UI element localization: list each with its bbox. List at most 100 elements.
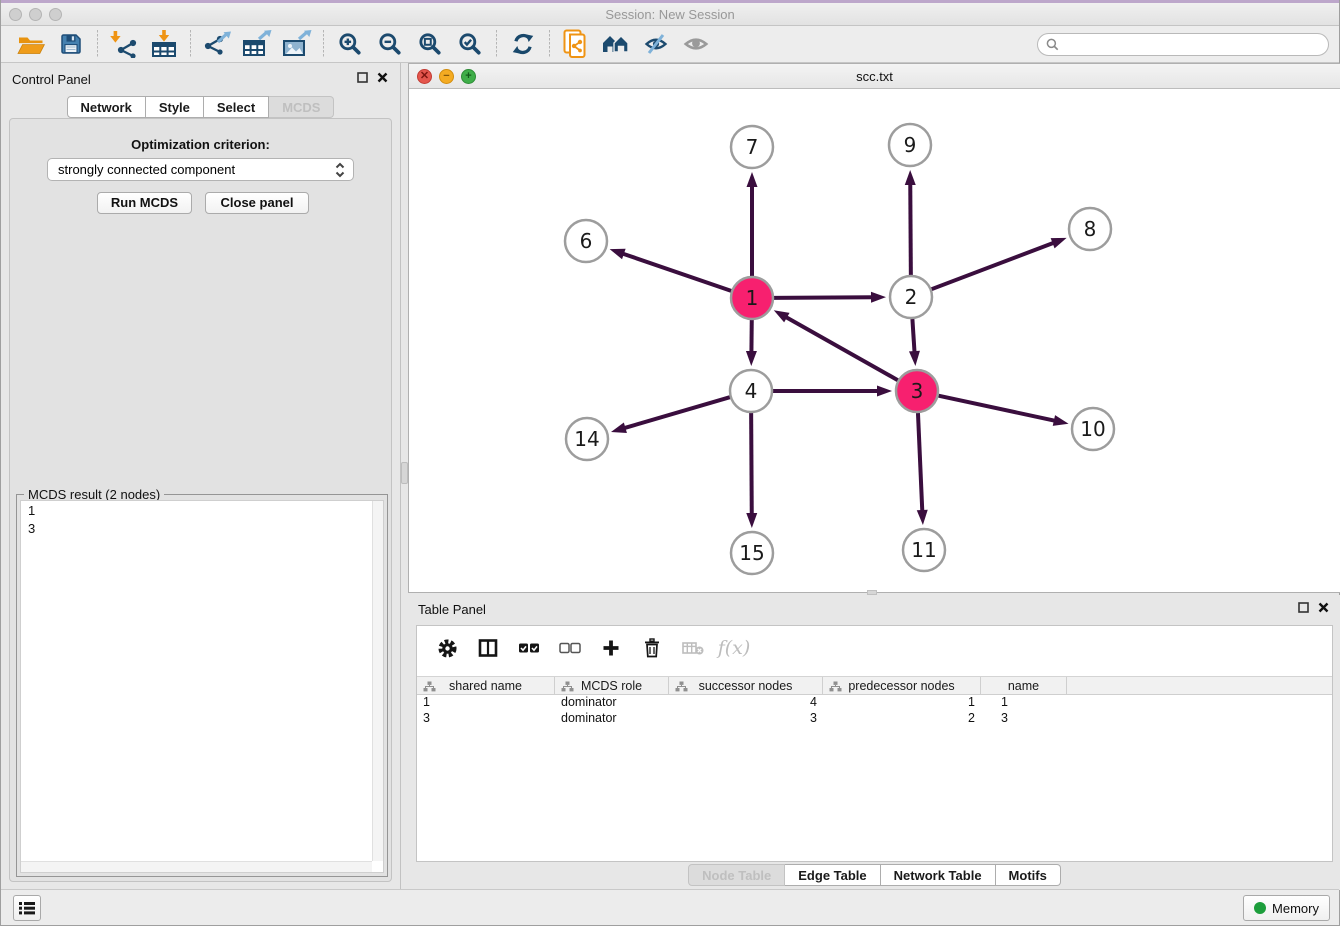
- zoom-in-button[interactable]: [330, 28, 370, 60]
- node-table-container: f(x) shared name: [416, 625, 1333, 862]
- graph-node-label-9: 9: [904, 133, 917, 157]
- graph-edge-2-8[interactable]: [932, 242, 1055, 289]
- graph-edge-3-1[interactable]: [785, 317, 898, 381]
- graph-edge-arrowhead: [746, 513, 757, 528]
- apply-layout-button[interactable]: [503, 28, 543, 60]
- column-header-name[interactable]: name: [981, 677, 1067, 694]
- result-vertical-scrollbar[interactable]: [372, 501, 383, 861]
- cell-shared-name[interactable]: 1: [417, 695, 555, 711]
- zoom-fit-button[interactable]: [410, 28, 450, 60]
- graph-edge-3-11[interactable]: [918, 413, 922, 512]
- tab-mcds[interactable]: MCDS: [269, 96, 334, 118]
- delete-column-button[interactable]: [640, 636, 664, 660]
- cell-successor-nodes[interactable]: 3: [669, 711, 823, 727]
- optimization-criterion-value: strongly connected component: [58, 162, 235, 177]
- run-mcds-button[interactable]: Run MCDS: [97, 192, 192, 214]
- graph-edge-2-9[interactable]: [910, 183, 911, 275]
- cell-predecessor-nodes[interactable]: 1: [823, 695, 981, 711]
- import-table-icon: [150, 30, 178, 58]
- graph-edge-2-3[interactable]: [912, 319, 914, 353]
- cell-mcds-role[interactable]: dominator: [555, 711, 669, 727]
- tab-node-table[interactable]: Node Table: [688, 864, 785, 886]
- tab-style[interactable]: Style: [146, 96, 204, 118]
- optimization-criterion-select[interactable]: strongly connected component: [47, 158, 354, 181]
- network-canvas[interactable]: 7968124314101511: [409, 89, 1340, 592]
- tab-network[interactable]: Network: [67, 96, 146, 118]
- cell-shared-name[interactable]: 3: [417, 711, 555, 727]
- tree-icon: [423, 681, 436, 692]
- tab-network-table[interactable]: Network Table: [881, 864, 996, 886]
- column-header-predecessor-nodes[interactable]: predecessor nodes: [823, 677, 981, 694]
- columns-icon: [478, 638, 498, 658]
- table-settings-button[interactable]: [435, 636, 459, 660]
- column-header-successor-nodes[interactable]: successor nodes: [669, 677, 823, 694]
- export-image-button[interactable]: [277, 28, 317, 60]
- unselect-all-columns-button[interactable]: [558, 636, 582, 660]
- status-bar: Memory: [1, 889, 1339, 925]
- import-table-button[interactable]: [144, 28, 184, 60]
- mcds-panel: Optimization criterion: strongly connect…: [9, 118, 392, 882]
- delete-table-button-disabled[interactable]: [681, 636, 705, 660]
- graph-node-label-1: 1: [746, 286, 759, 310]
- zoom-out-button[interactable]: [370, 28, 410, 60]
- show-columns-button[interactable]: [476, 636, 500, 660]
- search-input[interactable]: [1064, 37, 1320, 51]
- table-panel-title: Table Panel: [418, 602, 486, 617]
- mcds-result-item[interactable]: 3: [21, 519, 383, 537]
- table-row[interactable]: 1 dominator 4 1 1: [417, 695, 1332, 711]
- tab-select[interactable]: Select: [204, 96, 269, 118]
- save-session-button[interactable]: [51, 28, 91, 60]
- graph-edge-4-15[interactable]: [751, 413, 752, 515]
- create-column-button[interactable]: [599, 636, 623, 660]
- hide-graphics-details-button[interactable]: [636, 28, 676, 60]
- float-panel-icon[interactable]: [357, 72, 368, 83]
- float-table-panel-icon[interactable]: [1298, 602, 1309, 613]
- zoom-selected-button[interactable]: [450, 28, 490, 60]
- zoom-in-icon: [338, 32, 362, 56]
- table-row[interactable]: 3 dominator 3 2 3: [417, 711, 1332, 727]
- cell-successor-nodes[interactable]: 4: [669, 695, 823, 711]
- column-header-mcds-role[interactable]: MCDS role: [555, 677, 669, 694]
- export-network-button[interactable]: [197, 28, 237, 60]
- graph-node-label-11: 11: [911, 538, 936, 562]
- import-network-button[interactable]: [104, 28, 144, 60]
- tab-motifs[interactable]: Motifs: [996, 864, 1061, 886]
- new-network-from-selection-button[interactable]: [556, 28, 596, 60]
- function-builder-button-disabled[interactable]: f(x): [722, 636, 746, 660]
- select-all-columns-button[interactable]: [517, 636, 541, 660]
- task-history-button[interactable]: [13, 895, 41, 921]
- cell-predecessor-nodes[interactable]: 2: [823, 711, 981, 727]
- column-header-shared-name[interactable]: shared name: [417, 677, 555, 694]
- cell-name[interactable]: 1: [981, 695, 1067, 711]
- toolbar-separator: [97, 30, 98, 58]
- cell-mcds-role[interactable]: dominator: [555, 695, 669, 711]
- refresh-icon: [511, 32, 535, 56]
- cell-name[interactable]: 3: [981, 711, 1067, 727]
- table-panel-header: Table Panel: [408, 595, 1340, 623]
- tab-edge-table[interactable]: Edge Table: [785, 864, 880, 886]
- export-table-button[interactable]: [237, 28, 277, 60]
- network-window-titlebar[interactable]: ✕ − + scc.txt: [409, 64, 1340, 89]
- graph-edge-1-6[interactable]: [622, 253, 731, 291]
- graph-edge-4-14[interactable]: [623, 397, 729, 428]
- column-label: name: [1008, 679, 1039, 693]
- mcds-result-list[interactable]: 1 3: [20, 500, 384, 873]
- table-panel: Table Panel: [408, 595, 1340, 890]
- graph-edge-1-2[interactable]: [774, 297, 873, 298]
- result-horizontal-scrollbar[interactable]: [21, 861, 372, 872]
- close-panel-icon[interactable]: [377, 72, 388, 83]
- first-neighbors-button[interactable]: [596, 28, 636, 60]
- close-panel-button[interactable]: Close panel: [205, 192, 309, 214]
- toolbar-separator: [323, 30, 324, 58]
- graph-edge-3-10[interactable]: [939, 396, 1056, 421]
- search-field[interactable]: [1037, 33, 1329, 56]
- panel-splitter-grip[interactable]: [401, 462, 408, 484]
- main-toolbar: [1, 26, 1339, 63]
- column-label: successor nodes: [699, 679, 793, 693]
- export-network-icon: [202, 30, 232, 58]
- memory-button[interactable]: Memory: [1243, 895, 1330, 921]
- open-file-button[interactable]: [11, 28, 51, 60]
- show-details-button[interactable]: [676, 28, 716, 60]
- mcds-result-item[interactable]: 1: [21, 501, 383, 519]
- close-table-panel-icon[interactable]: [1318, 602, 1329, 613]
